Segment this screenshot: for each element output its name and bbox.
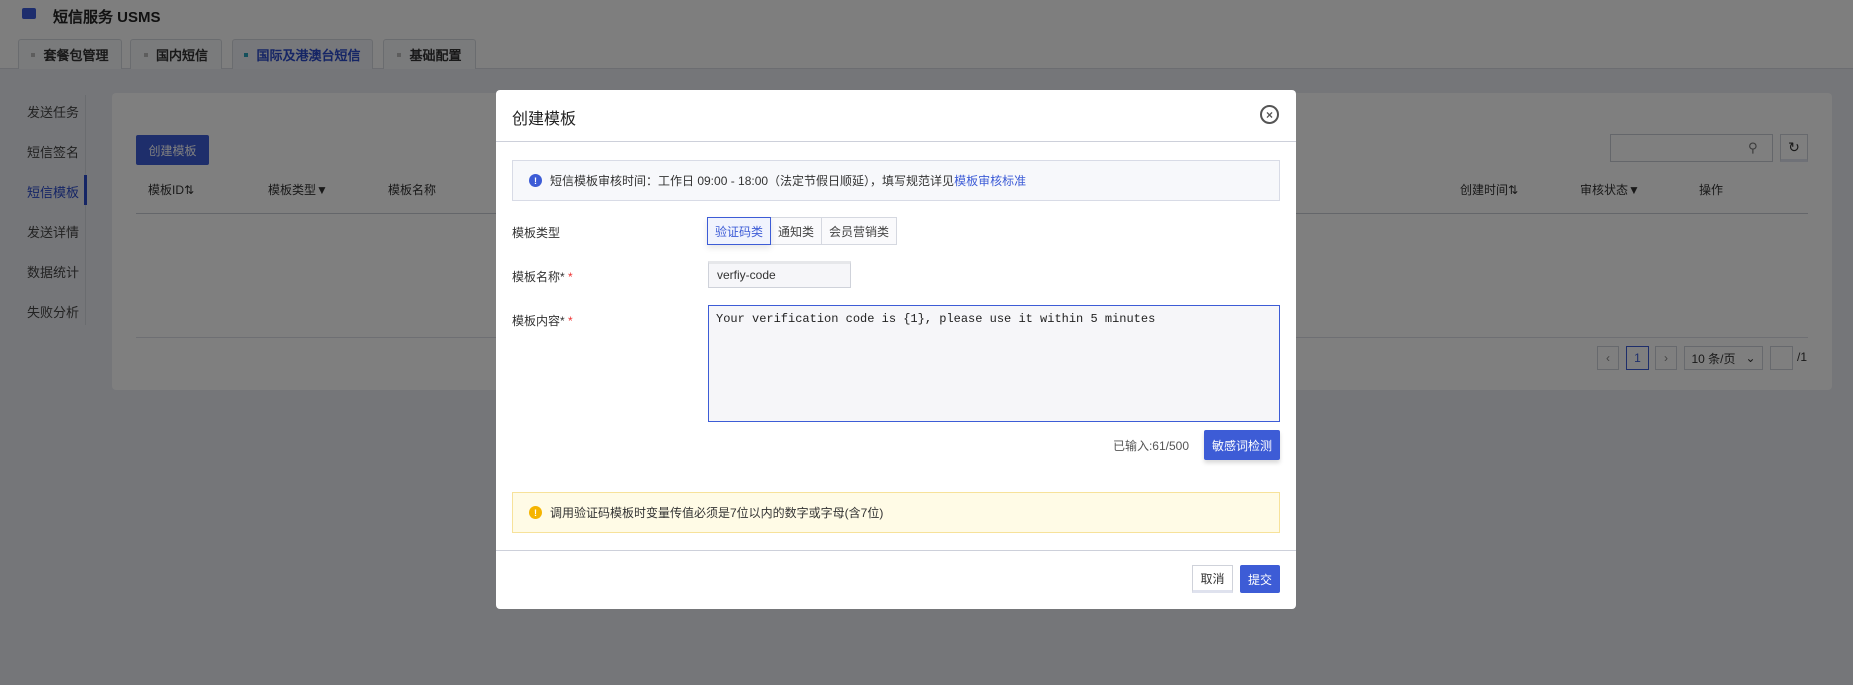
template-type-selector: 验证码类 通知类 会员营销类: [707, 217, 898, 245]
sensitive-word-check-button[interactable]: 敏感词检测: [1204, 430, 1280, 460]
cancel-button[interactable]: 取消: [1192, 565, 1233, 593]
warning-banner: ! 调用验证码模板时变量传值必须是7位以内的数字或字母(含7位): [512, 492, 1280, 533]
template-name-input[interactable]: verfiy-code: [708, 261, 851, 288]
footer-divider: [496, 550, 1296, 551]
create-template-dialog: 创建模板 × ! 短信模板审核时间：工作日 09:00 - 18:00（法定节假…: [496, 90, 1296, 609]
type-option-marketing[interactable]: 会员营销类: [821, 217, 898, 245]
header-divider: [496, 141, 1296, 142]
type-option-verification[interactable]: 验证码类: [707, 217, 772, 245]
template-content-textarea[interactable]: Your verification code is {1}, please us…: [708, 305, 1280, 422]
name-label-text: 模板名称*: [512, 270, 565, 284]
warning-text: 调用验证码模板时变量传值必须是7位以内的数字或字母(含7位): [550, 506, 884, 520]
review-standard-link[interactable]: 模板审核标准: [954, 174, 1026, 188]
char-counter: 已输入:61/500: [1112, 439, 1189, 453]
dialog-title: 创建模板: [512, 111, 577, 128]
info-banner: ! 短信模板审核时间：工作日 09:00 - 18:00（法定节假日顺延），填写…: [512, 160, 1280, 201]
info-text: 短信模板审核时间：工作日 09:00 - 18:00（法定节假日顺延），填写规范…: [550, 174, 955, 188]
type-option-notification[interactable]: 通知类: [770, 217, 823, 245]
type-label: 模板类型: [512, 226, 561, 240]
info-icon: !: [529, 174, 542, 187]
close-icon[interactable]: ×: [1260, 105, 1279, 124]
content-label: 模板内容* *: [512, 314, 573, 328]
submit-button[interactable]: 提交: [1240, 565, 1280, 593]
warning-icon: !: [529, 506, 542, 519]
name-label: 模板名称* *: [512, 270, 573, 284]
content-label-text: 模板内容*: [512, 314, 565, 328]
